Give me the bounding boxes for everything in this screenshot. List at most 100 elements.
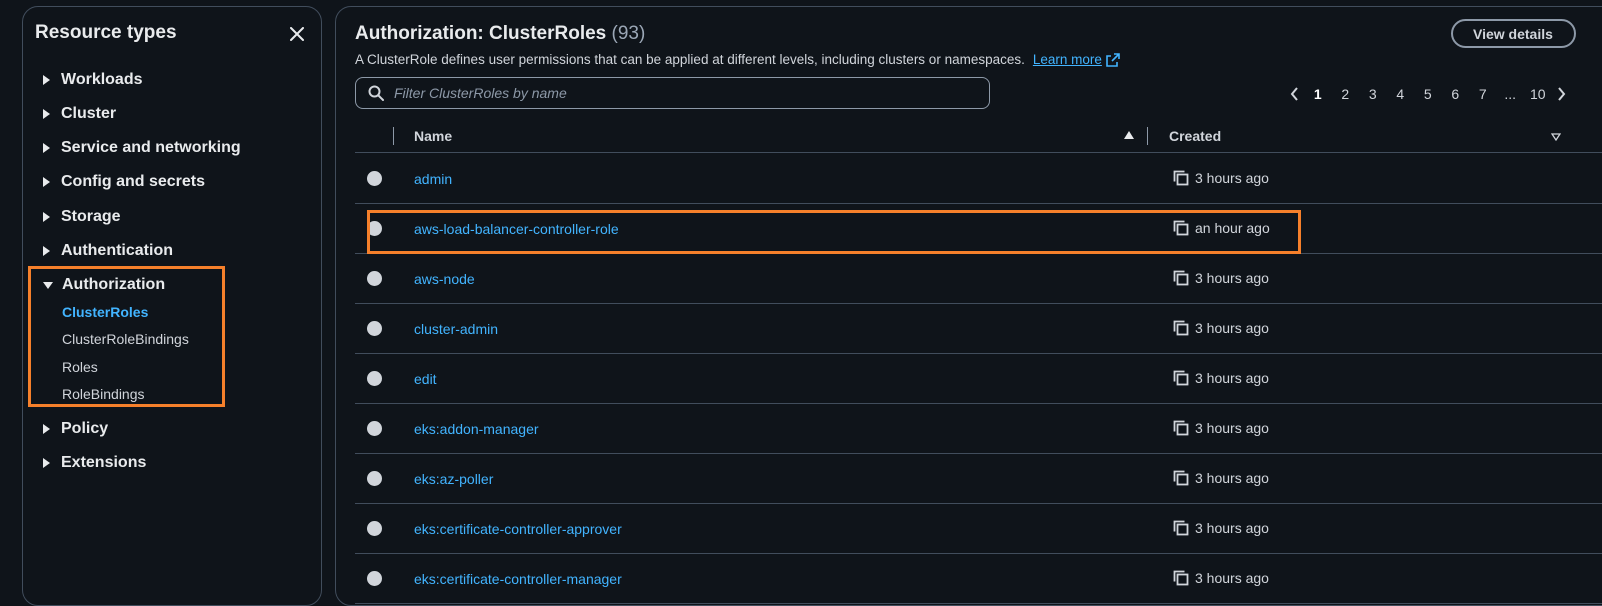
table-row[interactable]: edit 3 hours ago bbox=[355, 354, 1602, 404]
nav-item-label: Config and secrets bbox=[61, 173, 206, 190]
page-2[interactable]: 2 bbox=[1332, 86, 1360, 102]
row-radio[interactable] bbox=[367, 321, 382, 336]
chevron-left-icon[interactable] bbox=[1284, 87, 1304, 101]
nav-item-storage[interactable]: Storage bbox=[43, 208, 121, 226]
copy-icon[interactable] bbox=[1173, 220, 1189, 236]
learn-more-link[interactable]: Learn more bbox=[1033, 52, 1120, 67]
page-title-text: Authorization: ClusterRoles bbox=[355, 23, 607, 44]
row-name-link[interactable]: eks:certificate-controller-approver bbox=[414, 521, 622, 537]
row-name-link[interactable]: eks:az-poller bbox=[414, 471, 493, 487]
row-name-link[interactable]: eks:addon-manager bbox=[414, 421, 539, 437]
sort-ascending-icon[interactable] bbox=[1124, 131, 1134, 139]
page-4[interactable]: 4 bbox=[1387, 86, 1415, 102]
nav-item-label: Authentication bbox=[61, 242, 173, 259]
search-input[interactable] bbox=[392, 84, 972, 102]
row-created: 3 hours ago bbox=[1173, 420, 1269, 436]
row-name-link[interactable]: cluster-admin bbox=[414, 321, 498, 337]
row-radio[interactable] bbox=[367, 421, 382, 436]
row-created: 3 hours ago bbox=[1173, 520, 1269, 536]
nav-item-config-secrets[interactable]: Config and secrets bbox=[43, 173, 205, 191]
row-created: 3 hours ago bbox=[1173, 570, 1269, 586]
caret-right-icon bbox=[43, 143, 50, 153]
created-text: 3 hours ago bbox=[1195, 370, 1269, 386]
page-1[interactable]: 1 bbox=[1304, 86, 1332, 102]
caret-down-icon bbox=[43, 281, 53, 289]
page-6[interactable]: 6 bbox=[1442, 86, 1470, 102]
copy-icon[interactable] bbox=[1173, 370, 1189, 386]
copy-icon[interactable] bbox=[1173, 470, 1189, 486]
table-row[interactable]: admin 3 hours ago bbox=[355, 154, 1602, 204]
sort-descending-icon[interactable] bbox=[1551, 133, 1561, 141]
table-row[interactable]: eks:addon-manager 3 hours ago bbox=[355, 404, 1602, 454]
created-text: 3 hours ago bbox=[1195, 520, 1269, 536]
caret-right-icon bbox=[43, 177, 50, 187]
caret-right-icon bbox=[43, 212, 50, 222]
row-name-link[interactable]: eks:certificate-controller-manager bbox=[414, 571, 622, 587]
pagination: 1 2 3 4 5 6 7 ... 10 bbox=[1284, 83, 1572, 105]
copy-icon[interactable] bbox=[1173, 420, 1189, 436]
row-radio[interactable] bbox=[367, 271, 382, 286]
sub-item-rolebindings[interactable]: RoleBindings bbox=[62, 386, 145, 402]
view-details-button[interactable]: View details bbox=[1451, 19, 1576, 48]
created-text: 3 hours ago bbox=[1195, 170, 1269, 186]
table-row[interactable]: aws-load-balancer-controller-role an hou… bbox=[355, 204, 1602, 254]
nav-item-extensions[interactable]: Extensions bbox=[43, 454, 146, 472]
copy-icon[interactable] bbox=[1173, 520, 1189, 536]
caret-right-icon bbox=[43, 246, 50, 256]
row-name-link[interactable]: admin bbox=[414, 171, 452, 187]
page-5[interactable]: 5 bbox=[1414, 86, 1442, 102]
table-row[interactable]: aws-node 3 hours ago bbox=[355, 254, 1602, 304]
row-created: 3 hours ago bbox=[1173, 470, 1269, 486]
page-3[interactable]: 3 bbox=[1359, 86, 1387, 102]
search-field[interactable] bbox=[355, 77, 990, 109]
sub-item-clusterroles[interactable]: ClusterRoles bbox=[62, 304, 148, 320]
row-radio[interactable] bbox=[367, 521, 382, 536]
copy-icon[interactable] bbox=[1173, 270, 1189, 286]
nav-item-service-networking[interactable]: Service and networking bbox=[43, 139, 241, 157]
copy-icon[interactable] bbox=[1173, 570, 1189, 586]
column-header-created[interactable]: Created bbox=[1169, 128, 1221, 144]
created-text: 3 hours ago bbox=[1195, 320, 1269, 336]
main-panel: Authorization: ClusterRoles (93) View de… bbox=[335, 6, 1602, 606]
row-radio[interactable] bbox=[367, 571, 382, 586]
nav-item-policy[interactable]: Policy bbox=[43, 420, 108, 438]
page-7[interactable]: 7 bbox=[1469, 86, 1497, 102]
row-radio[interactable] bbox=[367, 221, 382, 236]
column-divider[interactable] bbox=[1147, 127, 1148, 145]
nav-item-cluster[interactable]: Cluster bbox=[43, 105, 116, 123]
row-radio[interactable] bbox=[367, 171, 382, 186]
row-radio[interactable] bbox=[367, 371, 382, 386]
row-created: an hour ago bbox=[1173, 220, 1270, 236]
table-row[interactable]: eks:az-poller 3 hours ago bbox=[355, 454, 1602, 504]
table-row[interactable]: eks:certificate-controller-manager 3 hou… bbox=[355, 554, 1602, 604]
row-created: 3 hours ago bbox=[1173, 170, 1269, 186]
row-name-link[interactable]: aws-node bbox=[414, 271, 475, 287]
nav-item-authorization[interactable]: Authorization bbox=[43, 276, 165, 294]
caret-right-icon bbox=[43, 75, 50, 85]
row-name-link[interactable]: edit bbox=[414, 371, 437, 387]
created-text: an hour ago bbox=[1195, 220, 1270, 236]
nav-item-label: Extensions bbox=[61, 454, 147, 471]
created-text: 3 hours ago bbox=[1195, 470, 1269, 486]
nav-item-label: Cluster bbox=[61, 105, 117, 122]
row-radio[interactable] bbox=[367, 471, 382, 486]
nav-item-label: Service and networking bbox=[61, 139, 241, 156]
sidebar-title: Resource types bbox=[35, 22, 177, 43]
page-10[interactable]: 10 bbox=[1524, 86, 1552, 102]
nav-item-label: Authorization bbox=[62, 276, 166, 293]
search-icon bbox=[368, 85, 384, 101]
sub-item-clusterrolebindings[interactable]: ClusterRoleBindings bbox=[62, 331, 189, 347]
table-row[interactable]: cluster-admin 3 hours ago bbox=[355, 304, 1602, 354]
caret-right-icon bbox=[43, 109, 50, 119]
close-icon[interactable] bbox=[286, 23, 308, 45]
nav-item-workloads[interactable]: Workloads bbox=[43, 71, 143, 89]
column-header-name[interactable]: Name bbox=[414, 128, 452, 144]
copy-icon[interactable] bbox=[1173, 320, 1189, 336]
description-text: A ClusterRole defines user permissions t… bbox=[355, 52, 1025, 67]
chevron-right-icon[interactable] bbox=[1552, 87, 1572, 101]
sub-item-roles[interactable]: Roles bbox=[62, 359, 98, 375]
copy-icon[interactable] bbox=[1173, 170, 1189, 186]
table-row[interactable]: eks:certificate-controller-approver 3 ho… bbox=[355, 504, 1602, 554]
nav-item-authentication[interactable]: Authentication bbox=[43, 242, 173, 260]
row-name-link[interactable]: aws-load-balancer-controller-role bbox=[414, 221, 619, 237]
